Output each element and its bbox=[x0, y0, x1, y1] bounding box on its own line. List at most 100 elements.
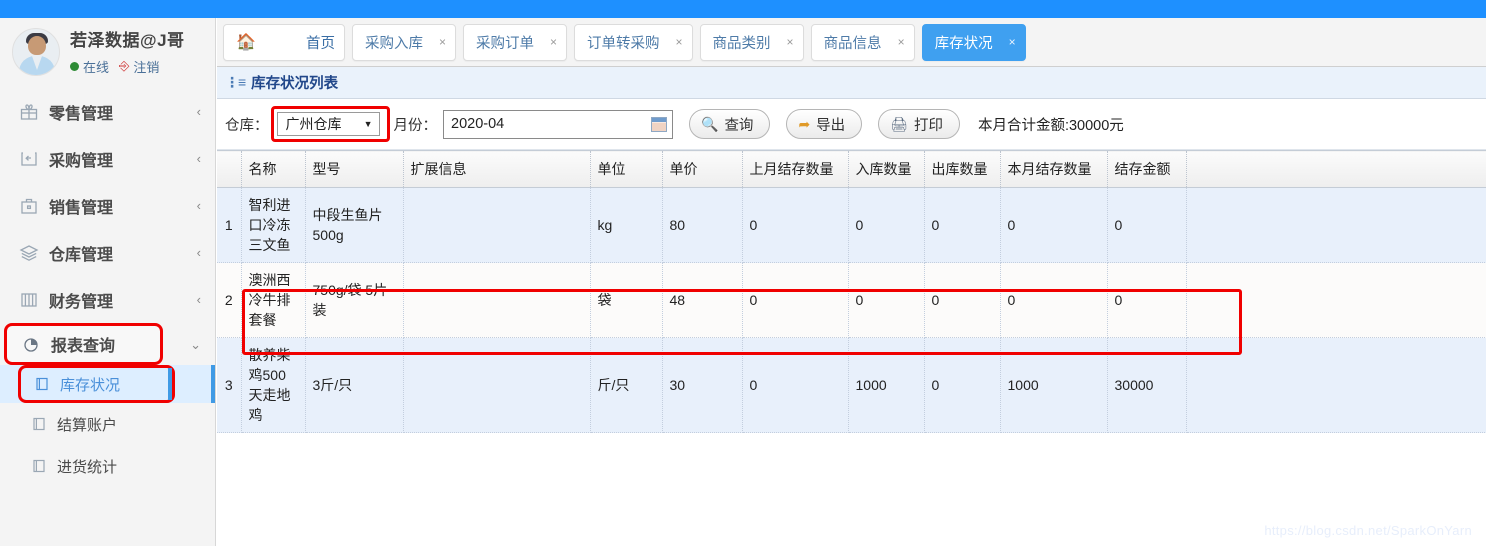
chevron-down-icon: ▼ bbox=[363, 119, 373, 129]
calendar-icon[interactable] bbox=[651, 116, 667, 132]
month-input[interactable]: 2020-04 bbox=[443, 109, 673, 139]
tab-product-category[interactable]: 商品类别 × bbox=[699, 23, 804, 61]
cell-model: 3斤/只 bbox=[305, 337, 404, 433]
sidebar-item-reports[interactable]: 报表查询 bbox=[4, 323, 163, 365]
warehouse-select[interactable]: 广州仓库 ▼ bbox=[276, 112, 380, 136]
cell-tail bbox=[1186, 337, 1486, 433]
cell-prev-balance: 0 bbox=[742, 337, 849, 433]
tab-order-to-purchase[interactable]: 订单转采购 × bbox=[574, 23, 693, 61]
close-icon[interactable]: × bbox=[550, 35, 557, 49]
chevron-left-icon: ‹ bbox=[196, 198, 201, 213]
column-header-out-qty[interactable]: 出库数量 bbox=[924, 150, 1001, 188]
table-row[interactable]: 3 散养柴鸡500天走地鸡 3斤/只 斤/只 30 0 1000 0 1000 … bbox=[217, 337, 1486, 433]
tab-product-info[interactable]: 商品信息 × bbox=[810, 23, 915, 61]
sidebar-item-label: 财务管理 bbox=[49, 293, 114, 311]
column-header-prev-balance[interactable]: 上月结存数量 bbox=[742, 150, 849, 188]
cell-amount: 0 bbox=[1107, 187, 1187, 263]
close-icon[interactable]: × bbox=[898, 35, 905, 49]
tab-bar: 🏠 首页 采购入库 × 采购订单 × 订单转采购 × 商品类别 × 商品信息 × bbox=[217, 18, 1486, 67]
tab-label: 商品类别 bbox=[712, 35, 771, 52]
chevron-left-icon: ‹ bbox=[196, 292, 201, 307]
filter-toolbar: 仓库： 广州仓库 ▼ 月份： 2020-04 🔍 查询 ➦ 导出 � bbox=[217, 99, 1486, 150]
cell-amount: 30000 bbox=[1107, 337, 1187, 433]
cell-cur-balance: 0 bbox=[1000, 187, 1108, 263]
close-icon[interactable]: × bbox=[1009, 35, 1016, 49]
cell-model: 中段生鱼片 500g bbox=[305, 187, 404, 263]
book-icon bbox=[18, 289, 40, 311]
sidebar-item-finance[interactable]: 财务管理 ‹ bbox=[0, 276, 215, 323]
tab-purchase-order[interactable]: 采购订单 × bbox=[463, 23, 568, 61]
close-icon[interactable]: × bbox=[439, 35, 446, 49]
table-header-row: 名称 型号 扩展信息 单位 单价 上月结存数量 入库数量 出库数量 本月结存数量… bbox=[217, 150, 1486, 188]
close-icon[interactable]: × bbox=[787, 35, 794, 49]
sidebar-item-label: 报表查询 bbox=[51, 338, 116, 355]
username-label: 若泽数据@J哥 bbox=[70, 30, 185, 50]
panel-title: ⋮≡ 库存状况列表 bbox=[217, 67, 1486, 99]
column-header-tail bbox=[1186, 150, 1486, 188]
tab-inventory-status[interactable]: 库存状况 × bbox=[921, 23, 1026, 61]
tab-home[interactable]: 🏠 首页 bbox=[223, 23, 345, 61]
close-icon[interactable]: × bbox=[676, 35, 683, 49]
tab-label: 订单转采购 bbox=[587, 35, 660, 52]
column-header-cur-balance[interactable]: 本月结存数量 bbox=[1000, 150, 1108, 188]
main-content: 🏠 首页 采购入库 × 采购订单 × 订单转采购 × 商品类别 × 商品信息 × bbox=[217, 18, 1486, 546]
chevron-left-icon: ‹ bbox=[196, 245, 201, 260]
tab-label: 库存状况 bbox=[934, 35, 993, 52]
sidebar-item-settlement-account[interactable]: 结算账户 bbox=[0, 403, 215, 445]
search-icon: 🔍 bbox=[701, 115, 719, 132]
export-arrow-icon: ➦ bbox=[798, 115, 811, 132]
tab-purchase-inbound[interactable]: 采购入库 × bbox=[352, 23, 457, 61]
export-button[interactable]: ➦ 导出 bbox=[786, 109, 863, 139]
cell-name: 智利进口冷冻三文鱼 bbox=[241, 187, 306, 263]
layers-icon bbox=[18, 242, 40, 264]
tab-label: 采购入库 bbox=[365, 35, 423, 52]
tab-label: 采购订单 bbox=[476, 35, 535, 52]
column-header-index[interactable] bbox=[217, 150, 242, 188]
cell-ext bbox=[403, 187, 591, 263]
sidebar-item-label: 采购管理 bbox=[49, 152, 114, 170]
cell-unit: 斤/只 bbox=[590, 337, 663, 433]
sidebar-item-retail[interactable]: 零售管理 ‹ bbox=[0, 88, 215, 135]
chevron-left-icon: ‹ bbox=[196, 104, 201, 119]
cell-prev-balance: 0 bbox=[742, 262, 849, 338]
cell-price: 48 bbox=[662, 262, 743, 338]
column-header-in-qty[interactable]: 入库数量 bbox=[848, 150, 925, 188]
cell-prev-balance: 0 bbox=[742, 187, 849, 263]
watermark: https://blog.csdn.net/SparkOnYarn bbox=[1264, 523, 1472, 538]
search-button[interactable]: 🔍 查询 bbox=[689, 109, 771, 139]
sidebar-item-label: 仓库管理 bbox=[49, 246, 114, 264]
sidebar-subitem-label: 进货统计 bbox=[57, 458, 118, 476]
inventory-table: 名称 型号 扩展信息 单位 单价 上月结存数量 入库数量 出库数量 本月结存数量… bbox=[217, 150, 1486, 433]
table-row[interactable]: 2 澳洲西冷牛排套餐 750g/袋 5片装 袋 48 0 0 0 0 0 bbox=[217, 262, 1486, 338]
print-button-label: 打印 bbox=[913, 117, 943, 134]
avatar[interactable] bbox=[12, 28, 60, 76]
logout-link[interactable]: 注销 bbox=[133, 57, 159, 76]
sidebar-item-purchase-stats[interactable]: 进货统计 bbox=[0, 445, 215, 487]
sidebar-item-warehouse[interactable]: 仓库管理 ‹ bbox=[0, 229, 215, 276]
reply-box-icon bbox=[18, 148, 40, 170]
pie-chart-icon bbox=[20, 333, 42, 355]
top-blue-bar bbox=[0, 0, 1486, 18]
chevron-left-icon: ‹ bbox=[196, 151, 201, 166]
sidebar-item-label: 零售管理 bbox=[49, 105, 114, 123]
green-dot-icon bbox=[70, 61, 79, 71]
column-header-unit[interactable]: 单位 bbox=[590, 150, 663, 188]
cell-unit: 袋 bbox=[590, 262, 663, 338]
column-header-amount[interactable]: 结存金额 bbox=[1107, 150, 1187, 188]
cell-index: 3 bbox=[217, 337, 242, 433]
list-icon: ⋮≡ bbox=[225, 74, 246, 90]
chevron-down-icon[interactable]: ⌄ bbox=[190, 337, 201, 353]
document-icon bbox=[30, 415, 48, 433]
logout-icon[interactable]: ⎆ bbox=[119, 58, 129, 74]
sidebar-item-inventory-status[interactable]: 库存状况 bbox=[18, 365, 175, 403]
document-icon bbox=[33, 375, 51, 393]
column-header-price[interactable]: 单价 bbox=[662, 150, 743, 188]
column-header-model[interactable]: 型号 bbox=[305, 150, 404, 188]
sidebar-item-sales[interactable]: 销售管理 ‹ bbox=[0, 182, 215, 229]
table-row[interactable]: 1 智利进口冷冻三文鱼 中段生鱼片 500g kg 80 0 0 0 0 0 bbox=[217, 187, 1486, 263]
column-header-ext-info[interactable]: 扩展信息 bbox=[403, 150, 591, 188]
column-header-name[interactable]: 名称 bbox=[241, 150, 306, 188]
cell-tail bbox=[1186, 187, 1486, 263]
sidebar-item-purchase[interactable]: 采购管理 ‹ bbox=[0, 135, 215, 182]
print-button[interactable]: 🖨 打印 bbox=[878, 109, 960, 139]
